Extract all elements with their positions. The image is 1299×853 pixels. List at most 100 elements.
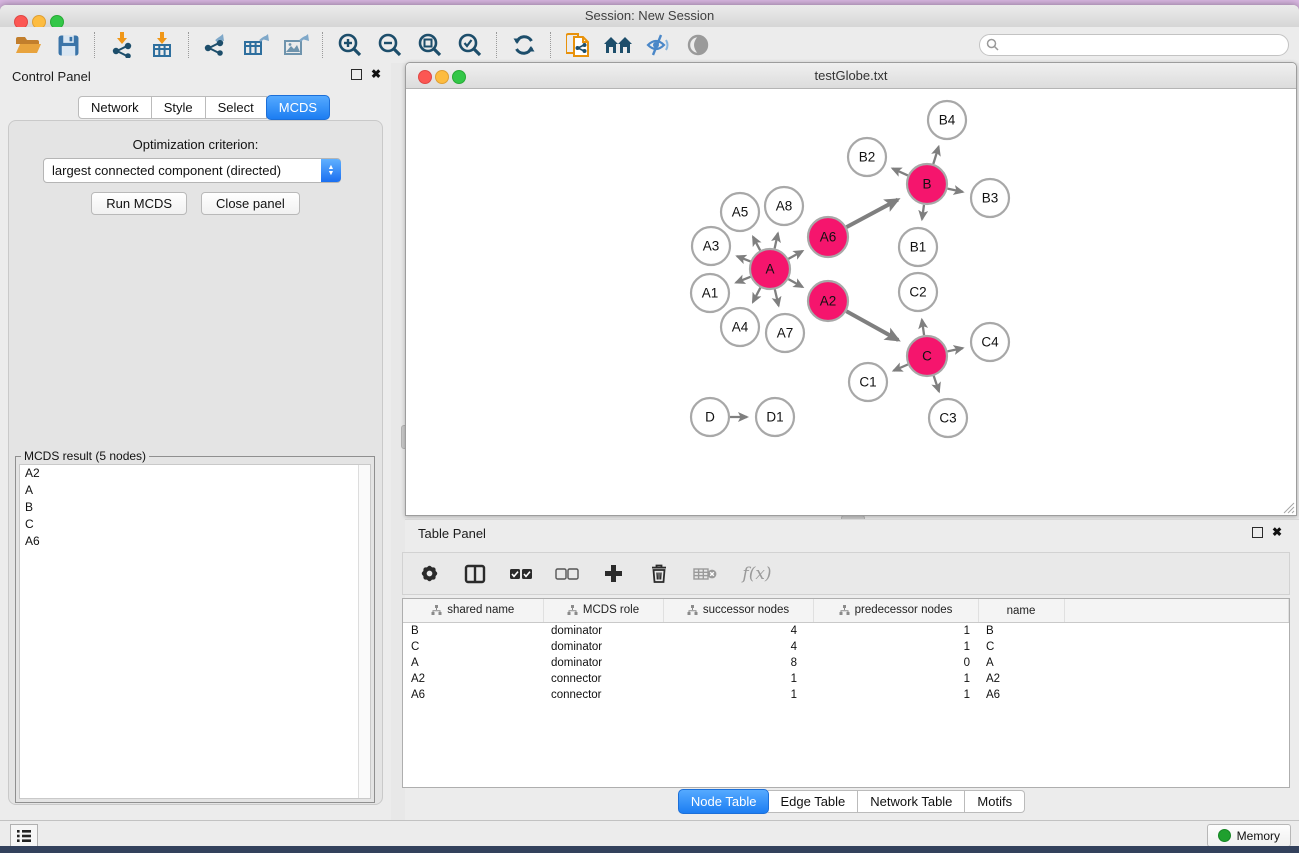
table-row[interactable]: Adominator80A [403, 655, 1289, 671]
table-cell[interactable]: dominator [543, 639, 663, 655]
table-cell[interactable]: A2 [978, 671, 1064, 687]
close-panel-button[interactable]: Close panel [201, 192, 300, 215]
table-settings-gear-icon[interactable] [417, 562, 441, 586]
export-image-icon[interactable] [281, 31, 311, 59]
graph-edge[interactable] [788, 251, 802, 259]
save-session-icon[interactable] [53, 31, 83, 59]
graph-edge[interactable] [933, 147, 938, 164]
run-mcds-button[interactable]: Run MCDS [91, 192, 187, 215]
column-header[interactable]: predecessor nodes [813, 599, 978, 623]
close-panel-icon[interactable]: ✖ [371, 68, 381, 80]
home-view-icon[interactable] [603, 31, 633, 59]
mcds-result-item[interactable]: A6 [20, 533, 370, 550]
table-cell[interactable]: 0 [813, 655, 978, 671]
zoom-out-icon[interactable] [375, 31, 405, 59]
zoom-selected-icon[interactable] [455, 31, 485, 59]
close-table-panel-icon[interactable]: ✖ [1272, 526, 1282, 538]
graph-edge[interactable] [788, 279, 802, 287]
graph-edge[interactable] [893, 169, 908, 176]
deselect-all-icon[interactable] [555, 562, 579, 586]
select-all-icon[interactable] [509, 562, 533, 586]
function-builder-icon[interactable]: f(x) [739, 562, 775, 586]
resize-grip-icon[interactable] [1281, 500, 1295, 514]
tab-mcds[interactable]: MCDS [266, 95, 330, 120]
table-cell[interactable]: A6 [403, 687, 543, 703]
delete-column-trash-icon[interactable] [647, 562, 671, 586]
mcds-result-item[interactable]: A2 [20, 465, 370, 482]
table-cell[interactable]: A6 [978, 687, 1064, 703]
table-cell[interactable]: connector [543, 687, 663, 703]
tab-network-table[interactable]: Network Table [858, 790, 965, 813]
float-panel-icon[interactable] [351, 69, 362, 80]
graph-edge[interactable] [737, 256, 750, 261]
table-cell[interactable]: C [403, 639, 543, 655]
tab-node-table[interactable]: Node Table [678, 789, 770, 814]
table-cell[interactable]: 4 [663, 639, 813, 655]
graph-edge[interactable] [775, 289, 779, 305]
table-cell[interactable]: 1 [663, 671, 813, 687]
column-header[interactable]: shared name [403, 599, 543, 623]
show-columns-icon[interactable] [463, 562, 487, 586]
memory-button[interactable]: Memory [1207, 824, 1291, 847]
result-scrollbar[interactable] [358, 465, 370, 798]
table-cell[interactable]: 1 [813, 671, 978, 687]
create-column-icon[interactable] [601, 562, 625, 586]
table-cell[interactable]: dominator [543, 623, 663, 640]
graph-edge[interactable] [948, 189, 963, 192]
clone-network-icon[interactable] [563, 31, 593, 59]
graph-edge[interactable] [753, 288, 761, 302]
table-cell[interactable]: 1 [813, 687, 978, 703]
mcds-result-item[interactable]: B [20, 499, 370, 516]
graph-edge[interactable] [846, 311, 898, 340]
graph-edge[interactable] [894, 365, 908, 371]
export-table-icon[interactable] [241, 31, 271, 59]
graph-edge[interactable] [922, 205, 924, 220]
graph-edge[interactable] [847, 200, 898, 228]
table-cell[interactable]: 1 [813, 623, 978, 640]
table-row[interactable]: A2connector11A2 [403, 671, 1289, 687]
graph-edge[interactable] [922, 320, 924, 336]
open-session-icon[interactable] [13, 31, 43, 59]
graph-edge[interactable] [753, 237, 760, 251]
table-cell[interactable]: A [978, 655, 1064, 671]
zoom-in-icon[interactable] [335, 31, 365, 59]
network-graph[interactable]: B4B2BB3A8A5A6A3B1AC2A1A2A4A7C4CC1DD1C3 [406, 89, 1294, 514]
delete-table-icon[interactable] [693, 562, 717, 586]
graph-edge[interactable] [775, 233, 778, 248]
mcds-result-item[interactable]: C [20, 516, 370, 533]
table-cell[interactable]: 8 [663, 655, 813, 671]
import-network-icon[interactable] [107, 31, 137, 59]
task-history-button[interactable] [10, 824, 38, 847]
table-cell[interactable]: B [978, 623, 1064, 640]
node-table[interactable]: shared nameMCDS rolesuccessor nodesprede… [403, 599, 1289, 703]
table-cell[interactable]: A [403, 655, 543, 671]
graph-edge[interactable] [934, 376, 939, 392]
table-cell[interactable]: 1 [813, 639, 978, 655]
tab-edge-table[interactable]: Edge Table [768, 790, 858, 813]
table-row[interactable]: Cdominator41C [403, 639, 1289, 655]
network-canvas[interactable]: B4B2BB3A8A5A6A3B1AC2A1A2A4A7C4CC1DD1C3 [406, 89, 1296, 515]
graph-edge[interactable] [948, 348, 963, 351]
table-cell[interactable]: 4 [663, 623, 813, 640]
export-network-icon[interactable] [201, 31, 231, 59]
show-panels-icon[interactable] [683, 31, 713, 59]
column-header[interactable]: MCDS role [543, 599, 663, 623]
table-cell[interactable]: dominator [543, 655, 663, 671]
table-row[interactable]: Bdominator41B [403, 623, 1289, 640]
mcds-result-list[interactable]: A2ABCA6 [19, 464, 371, 799]
graph-edge[interactable] [736, 277, 751, 283]
tab-select[interactable]: Select [206, 96, 267, 119]
zoom-fit-icon[interactable] [415, 31, 445, 59]
table-cell[interactable]: A2 [403, 671, 543, 687]
hide-panels-icon[interactable] [643, 31, 673, 59]
search-input[interactable] [979, 34, 1289, 56]
tab-network[interactable]: Network [78, 96, 152, 119]
column-header[interactable]: name [978, 599, 1064, 623]
column-header[interactable]: successor nodes [663, 599, 813, 623]
mcds-result-item[interactable]: A [20, 482, 370, 499]
table-cell[interactable]: C [978, 639, 1064, 655]
refresh-icon[interactable] [509, 31, 539, 59]
table-cell[interactable]: B [403, 623, 543, 640]
criterion-dropdown[interactable]: largest connected component (directed) ▲… [43, 158, 341, 183]
table-cell[interactable]: 1 [663, 687, 813, 703]
